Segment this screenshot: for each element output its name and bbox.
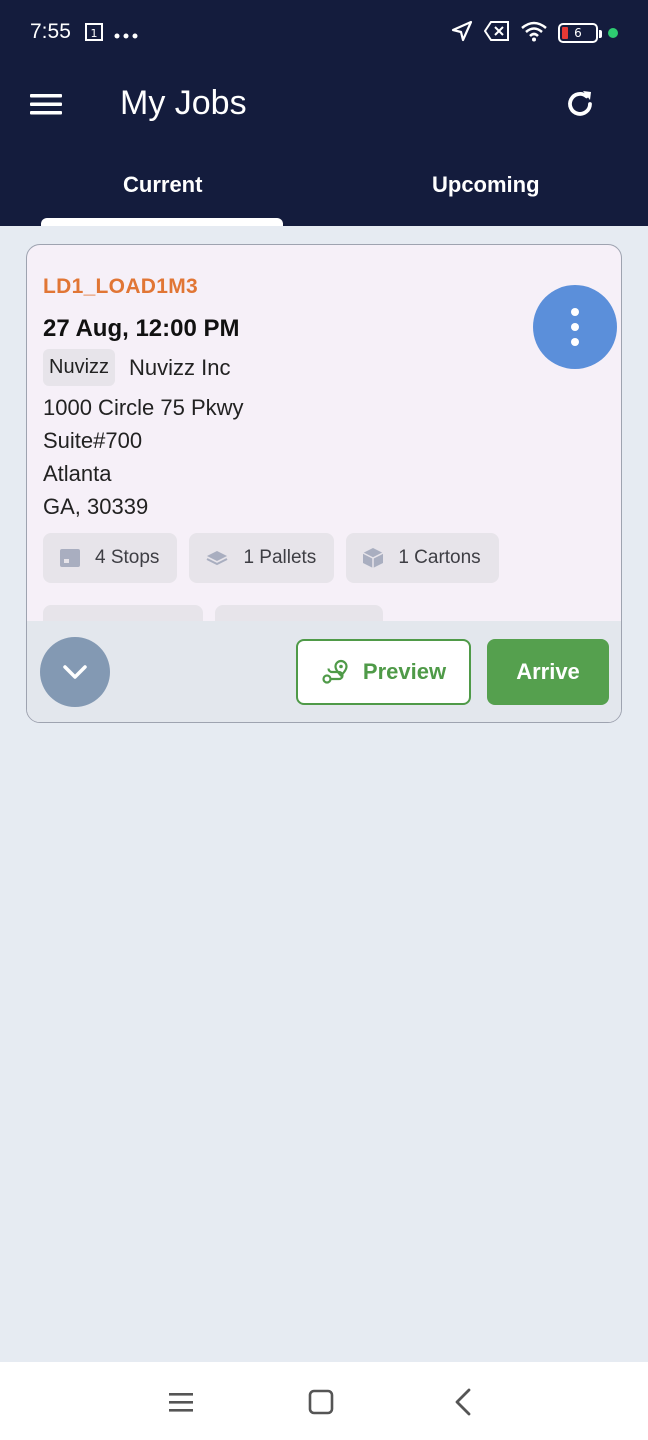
wifi-icon [520,20,548,46]
job-datetime: 27 Aug, 12:00 PM [43,315,240,342]
svg-text:1: 1 [91,27,98,40]
status-right-icons: 6 [450,19,618,47]
active-tab-indicator [41,218,283,226]
job-id: LD1_LOAD1M3 [43,275,198,298]
preview-button[interactable]: Preview [296,639,471,705]
job-address: 1000 Circle 75 Pkwy Suite#700 Atlanta GA… [43,391,244,523]
address-line2: Suite#700 [43,428,143,453]
status-left-icons: 1 [84,22,138,46]
preview-label: Preview [362,659,447,684]
sim-off-icon [483,20,510,46]
refresh-button[interactable] [558,82,602,126]
address-city: Atlanta [43,461,112,486]
refresh-icon [568,91,592,116]
chip-cartons: 1 Cartons [346,533,499,583]
app-header: 7:55 1 6 My Jobs Current Upcoming [0,0,648,226]
address-state-zip: GA, 30339 [43,494,149,519]
company-tag: Nuvizz [43,349,116,386]
active-dot-icon [608,28,618,38]
more-vertical-icon [571,308,579,316]
carton-icon [362,548,384,568]
page-title: My Jobs [120,84,247,122]
more-options-button[interactable] [533,285,617,369]
recent-apps-icon [169,1393,193,1412]
address-line1: 1000 Circle 75 Pkwy [43,395,244,420]
battery-level: 6 [574,26,582,40]
chip-pallets: 1 Pallets [189,533,335,583]
job-card[interactable]: LD1_LOAD1M3 27 Aug, 12:00 PM Nuvizz Nuvi… [26,244,622,723]
expand-button[interactable] [40,637,110,707]
system-nav-bar [0,1362,648,1440]
status-time: 7:55 [30,20,71,43]
tab-current[interactable]: Current [123,172,202,198]
job-summary-chips: 4 Stops 1 Pallets 1 Cartons [43,533,499,583]
location-arrow-icon [450,19,474,47]
home-button[interactable] [305,1386,337,1418]
menu-button[interactable] [26,84,66,124]
status-bar: 7:55 1 6 [0,0,648,66]
tab-bar: Current Upcoming [0,146,648,226]
more-dots-icon [114,25,138,44]
back-chevron-icon [455,1388,471,1416]
chip-cartons-label: 1 Cartons [398,547,481,568]
chip-stops: 4 Stops [43,533,178,583]
pallet-icon [206,551,228,566]
tab-upcoming[interactable]: Upcoming [432,172,540,198]
home-square-icon [308,1389,334,1415]
chip-stops-label: 4 Stops [95,547,160,568]
app-bar: My Jobs [0,66,648,146]
job-card-footer: Preview Arrive [27,621,621,722]
battery-icon: 6 [558,23,602,43]
route-preview-icon [322,659,348,684]
chip-pallets-label: 1 Pallets [243,547,317,568]
calendar-icon: 1 [84,22,104,46]
chevron-down-icon [63,665,87,679]
company-name: Nuvizz Inc [129,354,231,380]
stops-box-icon [60,549,80,567]
arrive-button[interactable]: Arrive [487,639,609,705]
back-button[interactable] [447,1386,479,1418]
hamburger-menu-icon [30,94,62,115]
recent-apps-button[interactable] [165,1386,197,1418]
company-row: Nuvizz Nuvizz Inc [43,349,231,386]
